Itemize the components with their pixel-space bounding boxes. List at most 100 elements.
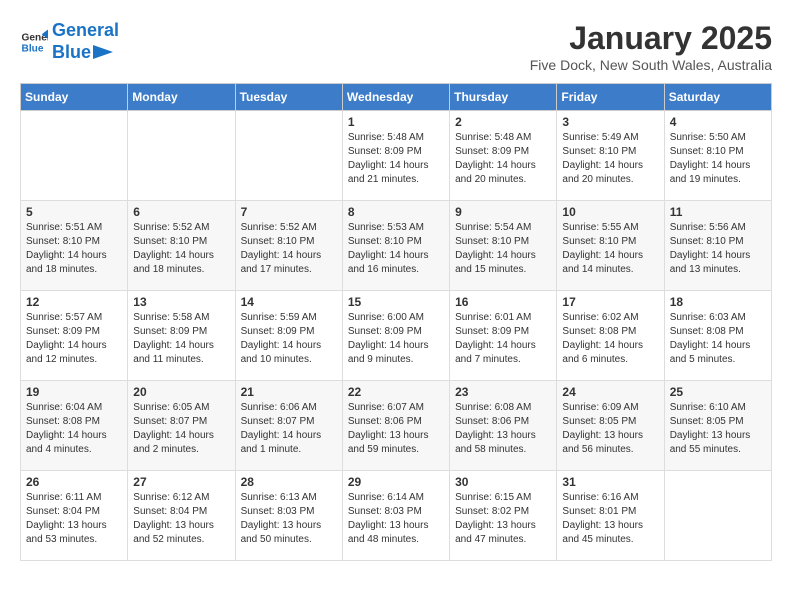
day-number: 6 <box>133 205 229 219</box>
day-number: 13 <box>133 295 229 309</box>
calendar-cell: 20 Sunrise: 6:05 AM Sunset: 8:07 PM Dayli… <box>128 381 235 471</box>
day-detail: Sunrise: 5:52 AM Sunset: 8:10 PM Dayligh… <box>241 221 337 277</box>
svg-text:Blue: Blue <box>22 43 44 54</box>
calendar-table: SundayMondayTuesdayWednesdayThursdayFrid… <box>20 83 772 561</box>
day-number: 11 <box>670 205 766 219</box>
day-number: 9 <box>455 205 551 219</box>
day-detail: Sunrise: 5:59 AM Sunset: 8:09 PM Dayligh… <box>241 311 337 367</box>
day-detail: Sunrise: 6:08 AM Sunset: 8:06 PM Dayligh… <box>455 401 551 457</box>
day-detail: Sunrise: 6:02 AM Sunset: 8:08 PM Dayligh… <box>562 311 658 367</box>
day-detail: Sunrise: 6:07 AM Sunset: 8:06 PM Dayligh… <box>348 401 444 457</box>
day-detail: Sunrise: 5:52 AM Sunset: 8:10 PM Dayligh… <box>133 221 229 277</box>
calendar-week: 26 Sunrise: 6:11 AM Sunset: 8:04 PM Dayli… <box>21 471 772 561</box>
logo-text: General <box>52 20 119 42</box>
day-number: 30 <box>455 475 551 489</box>
day-number: 23 <box>455 385 551 399</box>
calendar-cell: 13Sunrise: 5:58 AM Sunset: 8:09 PM Dayli… <box>128 291 235 381</box>
day-detail: Sunrise: 6:15 AM Sunset: 8:02 PM Dayligh… <box>455 491 551 547</box>
calendar-cell: 8 Sunrise: 5:53 AM Sunset: 8:10 PM Daylig… <box>342 201 449 291</box>
calendar-cell <box>664 471 771 561</box>
day-number: 17 <box>562 295 658 309</box>
weekday-header: Tuesday <box>235 84 342 111</box>
day-detail: Sunrise: 6:16 AM Sunset: 8:01 PM Dayligh… <box>562 491 658 547</box>
day-detail: Sunrise: 6:14 AM Sunset: 8:03 PM Dayligh… <box>348 491 444 547</box>
day-number: 12 <box>26 295 122 309</box>
calendar-cell: 6 Sunrise: 5:52 AM Sunset: 8:10 PM Daylig… <box>128 201 235 291</box>
day-detail: Sunrise: 6:11 AM Sunset: 8:04 PM Dayligh… <box>26 491 122 547</box>
day-number: 22 <box>348 385 444 399</box>
calendar-cell: 5Sunrise: 5:51 AM Sunset: 8:10 PM Daylig… <box>21 201 128 291</box>
calendar-cell: 31Sunrise: 6:16 AM Sunset: 8:01 PM Dayli… <box>557 471 664 561</box>
calendar-week: 19 Sunrise: 6:04 AM Sunset: 8:08 PM Dayli… <box>21 381 772 471</box>
calendar-cell: 21Sunrise: 6:06 AM Sunset: 8:07 PM Dayli… <box>235 381 342 471</box>
day-number: 18 <box>670 295 766 309</box>
logo: General Blue General Blue <box>20 20 119 63</box>
logo-icon: General Blue <box>20 28 48 56</box>
day-detail: Sunrise: 5:48 AM Sunset: 8:09 PM Dayligh… <box>348 131 444 187</box>
page-header: General Blue General Blue January 2025 F… <box>20 20 772 73</box>
calendar-cell <box>235 111 342 201</box>
weekday-header: Monday <box>128 84 235 111</box>
calendar-week: 1Sunrise: 5:48 AM Sunset: 8:09 PM Daylig… <box>21 111 772 201</box>
day-number: 2 <box>455 115 551 129</box>
logo-subtext: Blue <box>52 42 119 64</box>
day-number: 7 <box>241 205 337 219</box>
calendar-cell: 28 Sunrise: 6:13 AM Sunset: 8:03 PM Dayli… <box>235 471 342 561</box>
calendar-cell: 26 Sunrise: 6:11 AM Sunset: 8:04 PM Dayli… <box>21 471 128 561</box>
calendar-cell: 1Sunrise: 5:48 AM Sunset: 8:09 PM Daylig… <box>342 111 449 201</box>
day-number: 14 <box>241 295 337 309</box>
day-number: 29 <box>348 475 444 489</box>
day-number: 19 <box>26 385 122 399</box>
calendar-cell: 4Sunrise: 5:50 AM Sunset: 8:10 PM Daylig… <box>664 111 771 201</box>
calendar-cell: 29 Sunrise: 6:14 AM Sunset: 8:03 PM Dayli… <box>342 471 449 561</box>
day-detail: Sunrise: 6:09 AM Sunset: 8:05 PM Dayligh… <box>562 401 658 457</box>
day-detail: Sunrise: 5:53 AM Sunset: 8:10 PM Dayligh… <box>348 221 444 277</box>
title-block: January 2025 Five Dock, New South Wales,… <box>530 20 772 73</box>
day-number: 28 <box>241 475 337 489</box>
day-number: 27 <box>133 475 229 489</box>
day-number: 20 <box>133 385 229 399</box>
calendar-week: 5Sunrise: 5:51 AM Sunset: 8:10 PM Daylig… <box>21 201 772 291</box>
calendar-cell: 22 Sunrise: 6:07 AM Sunset: 8:06 PM Dayli… <box>342 381 449 471</box>
calendar-cell: 2 Sunrise: 5:48 AM Sunset: 8:09 PM Daylig… <box>450 111 557 201</box>
logo-arrow <box>93 45 113 59</box>
calendar-cell: 15Sunrise: 6:00 AM Sunset: 8:09 PM Dayli… <box>342 291 449 381</box>
day-detail: Sunrise: 6:12 AM Sunset: 8:04 PM Dayligh… <box>133 491 229 547</box>
day-number: 25 <box>670 385 766 399</box>
calendar-cell: 11Sunrise: 5:56 AM Sunset: 8:10 PM Dayli… <box>664 201 771 291</box>
day-detail: Sunrise: 6:06 AM Sunset: 8:07 PM Dayligh… <box>241 401 337 457</box>
day-detail: Sunrise: 5:51 AM Sunset: 8:10 PM Dayligh… <box>26 221 122 277</box>
day-number: 16 <box>455 295 551 309</box>
day-detail: Sunrise: 6:01 AM Sunset: 8:09 PM Dayligh… <box>455 311 551 367</box>
day-detail: Sunrise: 6:10 AM Sunset: 8:05 PM Dayligh… <box>670 401 766 457</box>
day-number: 15 <box>348 295 444 309</box>
calendar-cell <box>128 111 235 201</box>
calendar-cell: 16 Sunrise: 6:01 AM Sunset: 8:09 PM Dayli… <box>450 291 557 381</box>
day-detail: Sunrise: 5:55 AM Sunset: 8:10 PM Dayligh… <box>562 221 658 277</box>
day-number: 3 <box>562 115 658 129</box>
calendar-week: 12Sunrise: 5:57 AM Sunset: 8:09 PM Dayli… <box>21 291 772 381</box>
calendar-cell: 3Sunrise: 5:49 AM Sunset: 8:10 PM Daylig… <box>557 111 664 201</box>
day-detail: Sunrise: 5:50 AM Sunset: 8:10 PM Dayligh… <box>670 131 766 187</box>
calendar-cell: 10 Sunrise: 5:55 AM Sunset: 8:10 PM Dayli… <box>557 201 664 291</box>
weekday-header: Thursday <box>450 84 557 111</box>
calendar-body: 1Sunrise: 5:48 AM Sunset: 8:09 PM Daylig… <box>21 111 772 561</box>
calendar-header: SundayMondayTuesdayWednesdayThursdayFrid… <box>21 84 772 111</box>
calendar-cell: 18 Sunrise: 6:03 AM Sunset: 8:08 PM Dayli… <box>664 291 771 381</box>
calendar-cell: 27 Sunrise: 6:12 AM Sunset: 8:04 PM Dayli… <box>128 471 235 561</box>
calendar-cell: 12Sunrise: 5:57 AM Sunset: 8:09 PM Dayli… <box>21 291 128 381</box>
day-number: 10 <box>562 205 658 219</box>
day-detail: Sunrise: 6:05 AM Sunset: 8:07 PM Dayligh… <box>133 401 229 457</box>
weekday-header: Friday <box>557 84 664 111</box>
day-detail: Sunrise: 6:04 AM Sunset: 8:08 PM Dayligh… <box>26 401 122 457</box>
calendar-cell: 30 Sunrise: 6:15 AM Sunset: 8:02 PM Dayli… <box>450 471 557 561</box>
day-detail: Sunrise: 5:48 AM Sunset: 8:09 PM Dayligh… <box>455 131 551 187</box>
day-detail: Sunrise: 6:13 AM Sunset: 8:03 PM Dayligh… <box>241 491 337 547</box>
day-number: 8 <box>348 205 444 219</box>
location: Five Dock, New South Wales, Australia <box>530 57 772 73</box>
calendar-cell: 19 Sunrise: 6:04 AM Sunset: 8:08 PM Dayli… <box>21 381 128 471</box>
calendar-cell <box>21 111 128 201</box>
day-detail: Sunrise: 6:03 AM Sunset: 8:08 PM Dayligh… <box>670 311 766 367</box>
weekday-header: Saturday <box>664 84 771 111</box>
day-number: 26 <box>26 475 122 489</box>
